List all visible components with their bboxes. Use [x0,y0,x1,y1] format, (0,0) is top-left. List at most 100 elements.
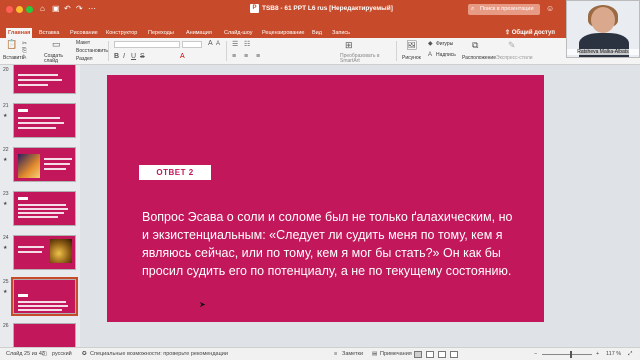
thumbnail-slide[interactable] [13,323,76,347]
zoom-out-icon[interactable]: − [534,348,537,360]
new-slide-icon[interactable]: ▭ [52,40,61,49]
italic-icon[interactable]: I [123,52,125,61]
accessibility-status[interactable]: Специальные возможности: проверьте реком… [90,348,228,360]
textbox-button[interactable]: Надпись [436,52,456,58]
quick-styles-icon[interactable]: ✎ [508,41,516,50]
comments-icon[interactable]: ▤ [372,348,377,360]
thumbnail-item[interactable]: 23 ★ [0,189,80,229]
zoom-in-icon[interactable]: + [596,348,599,360]
tab-insert[interactable]: Вставка [37,28,61,38]
thumbnail-item[interactable]: 24 ★ [0,233,80,273]
layout-button[interactable]: Макет [76,40,90,46]
notes-icon[interactable]: ≡ [334,348,337,360]
align-left-icon[interactable]: ≡ [232,52,236,61]
fit-slide-icon[interactable]: ⤢ [628,348,632,360]
decrease-font-icon[interactable]: A [216,40,220,49]
presenter-face [591,7,615,33]
slide-editor[interactable]: ОТВЕТ 2 Вопрос Эсава о соли и соломе был… [80,65,640,347]
thumbnail-slide-selected[interactable] [11,277,78,316]
more-icon[interactable]: ⋯ [88,3,96,15]
picture-button[interactable]: Рисунок [402,55,421,61]
tab-record[interactable]: Запись [330,28,352,38]
thumbnail-number: 26 [3,323,9,329]
thumbnail-slide[interactable] [13,191,76,226]
thumbnail-item[interactable]: 25 ★ [0,277,80,317]
new-slide-button[interactable]: Создать слайд [44,54,74,64]
thumbnail-slide[interactable] [13,235,76,270]
paste-icon[interactable]: 📋 [6,40,17,49]
redo-icon[interactable]: ↷ [76,3,83,15]
tab-slideshow[interactable]: Слайд-шоу [222,28,255,38]
font-color-icon[interactable]: A [180,52,185,61]
arrange-icon[interactable]: ⧉ [472,41,478,50]
align-right-icon[interactable]: ≡ [256,52,260,61]
format-painter-icon[interactable]: ✎ [22,54,27,63]
notes-button[interactable]: Заметки [342,348,363,360]
bold-icon[interactable]: B [114,52,119,61]
zoom-slider[interactable] [542,354,592,355]
tab-animations[interactable]: Анимация [184,28,214,38]
spellcheck-icon[interactable]: ▢ [42,348,47,360]
feedback-icon[interactable]: ☺ [546,3,554,15]
strikethrough-icon[interactable]: S [140,52,145,61]
undo-icon[interactable]: ↶ [64,3,71,15]
slideshow-view-button[interactable] [450,351,458,358]
shapes-button[interactable]: Фигуры [436,41,453,47]
share-button[interactable]: ⇪ Общий доступ [505,28,555,38]
maximize-window-button[interactable] [26,6,33,13]
window-title: P TSB8 - 61 PPT L6 rus [Нередактируемый] [250,3,393,15]
thumbnail-slide[interactable] [13,65,76,94]
textbox-icon[interactable]: A [428,51,432,60]
reset-button[interactable]: Восстановить [76,48,108,54]
thumbnail-number: 24 [3,235,9,241]
slide-sorter-view-button[interactable] [426,351,434,358]
reading-view-button[interactable] [438,351,446,358]
language-indicator[interactable]: русский [52,348,72,360]
answer-label: ОТВЕТ 2 [139,165,211,180]
thumbnail-item[interactable]: 26 [0,321,80,347]
star-icon: ★ [3,157,8,163]
slide-thumbnails-panel[interactable]: 20 21 ★ 22 ★ 23 ★ 24 ★ 25 ★ 26 [0,65,80,347]
bullets-icon[interactable]: ☰ [232,40,238,49]
minimize-window-button[interactable] [16,6,23,13]
tab-transitions[interactable]: Переходы [146,28,176,38]
align-center-icon[interactable]: ≡ [244,52,248,61]
current-slide[interactable]: ОТВЕТ 2 Вопрос Эсава о соли и соломе был… [107,75,544,322]
tab-review[interactable]: Рецензирование [260,28,306,38]
underline-icon[interactable]: U [131,52,136,61]
thumbnail-item[interactable]: 20 [0,65,80,97]
share-label: Общий доступ [511,30,555,36]
picture-icon[interactable]: 🖼 [406,41,417,50]
zoom-level[interactable]: 117 % [606,348,621,360]
arrange-button[interactable]: Расположение [462,55,496,61]
font-size-select[interactable] [182,41,202,48]
increase-font-icon[interactable]: A [208,39,213,48]
thumbnail-item[interactable]: 21 ★ [0,101,80,141]
home-icon[interactable]: ⌂ [40,3,45,15]
convert-smartart-button[interactable]: Преобразовать в SmartArt [340,54,382,64]
slide-body-text[interactable]: Вопрос Эсава о соли и соломе был не толь… [142,208,514,280]
accessibility-icon[interactable]: ✪ [82,348,87,360]
tab-draw[interactable]: Рисование [68,28,100,38]
save-icon[interactable]: ▣ [52,3,60,15]
thumbnail-number: 20 [3,67,9,73]
thumbnail-slide[interactable] [13,147,76,182]
tab-home[interactable]: Главная [6,28,33,38]
normal-view-button[interactable] [414,351,422,358]
smartart-icon[interactable]: ⊞ [345,41,353,50]
font-family-select[interactable] [114,41,180,48]
ribbon-divider [226,41,227,61]
search-input[interactable]: ⌕ Поиск в презентации [468,4,540,15]
close-window-button[interactable] [6,6,13,13]
numbering-icon[interactable]: ☷ [244,40,250,49]
thumbnail-item[interactable]: 22 ★ [0,145,80,185]
comments-button[interactable]: Примечания [380,348,412,360]
thumbnail-slide[interactable] [13,103,76,138]
quick-styles-button[interactable]: Экспресс-стили [496,55,533,61]
tab-design[interactable]: Конструктор [104,28,139,38]
thumbnail-number: 22 [3,147,9,153]
zoom-slider-handle[interactable] [570,351,572,358]
section-button[interactable]: Раздел [76,56,93,62]
tab-view[interactable]: Вид [310,28,324,38]
shapes-icon[interactable]: ◆ [428,40,433,49]
